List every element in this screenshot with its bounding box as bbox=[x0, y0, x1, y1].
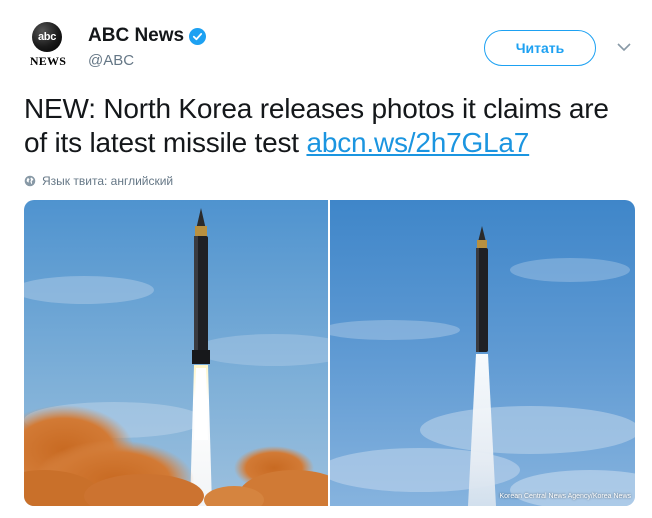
photo-credit: Korean Central News Agency/Korea News bbox=[499, 493, 631, 500]
account-name-row: ABC News bbox=[88, 25, 207, 47]
account-handle[interactable]: @ABC bbox=[88, 52, 134, 69]
tweet-media: Korean Central News Agency/Korea News bbox=[24, 200, 635, 506]
abc-logo-text: NEWS bbox=[29, 54, 67, 68]
photo-missile-launch-sky[interactable]: Korean Central News Agency/Korea News bbox=[330, 200, 635, 506]
verified-badge-icon bbox=[189, 27, 207, 45]
abc-news-avatar[interactable]: abc NEWS bbox=[24, 22, 76, 68]
chevron-down-icon[interactable] bbox=[616, 40, 632, 52]
tweet-link[interactable]: abcn.ws/2h7GLa7 bbox=[306, 127, 529, 158]
globe-icon bbox=[24, 175, 36, 187]
display-name[interactable]: ABC News bbox=[88, 25, 184, 47]
photo-missile-launch-smoke[interactable] bbox=[24, 200, 328, 506]
language-note: Язык твита: английский bbox=[42, 174, 174, 188]
abc-logo-circle: abc bbox=[32, 22, 62, 52]
tweet-language-row: Язык твита: английский bbox=[24, 174, 173, 188]
follow-button[interactable]: Читать bbox=[484, 30, 596, 66]
tweet-text: NEW: North Korea releases photos it clai… bbox=[24, 92, 634, 160]
